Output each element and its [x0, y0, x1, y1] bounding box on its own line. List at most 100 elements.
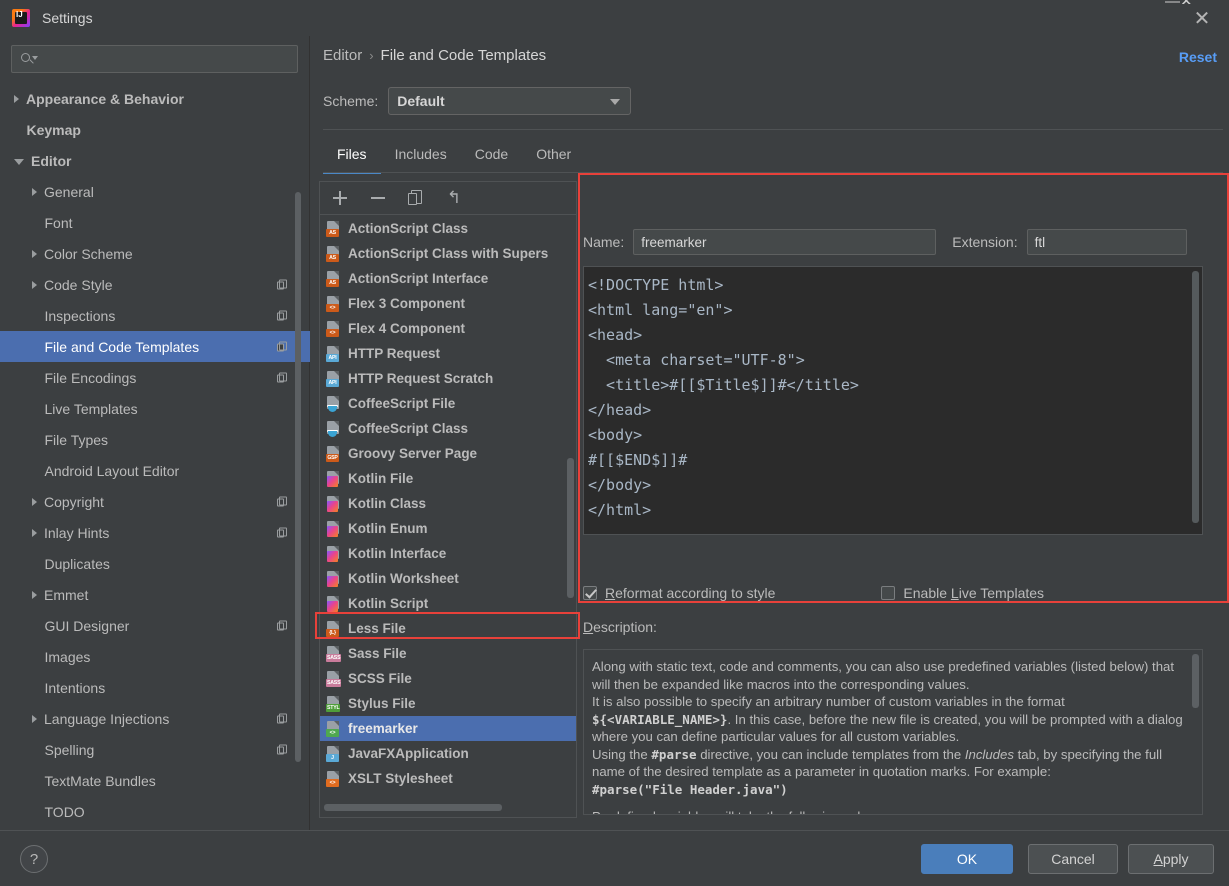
list-item-label: Flex 3 Component	[348, 296, 466, 311]
template-list-hscrollbar-track[interactable]	[324, 803, 572, 812]
list-item[interactable]: Kotlin Interface	[320, 541, 576, 566]
extension-input[interactable]: ftl	[1026, 229, 1187, 255]
sidebar-item-label: General	[44, 183, 94, 200]
chevron-down-icon[interactable]	[14, 158, 24, 165]
sidebar-item-gui-designer[interactable]: GUI Designer	[0, 610, 310, 641]
template-list-scrollbar-thumb[interactable]	[567, 458, 574, 598]
apply-button[interactable]: Apply	[1128, 844, 1214, 874]
list-item-label: freemarker	[348, 721, 418, 736]
plus-icon[interactable]	[330, 188, 350, 208]
template-code-editor[interactable]: <!DOCTYPE html> <html lang="en"> <head> …	[583, 266, 1203, 535]
list-item[interactable]: <> XSLT Stylesheet	[320, 766, 576, 791]
chevron-right-icon[interactable]	[32, 187, 37, 196]
close-icon[interactable]: ✕	[1189, 6, 1215, 32]
sidebar-item-todo[interactable]: TODO	[0, 796, 310, 827]
tab-code[interactable]: Code	[461, 138, 522, 174]
sidebar-item-file-encodings[interactable]: File Encodings	[0, 362, 310, 393]
list-item[interactable]: SASS SCSS File	[320, 666, 576, 691]
tab-other[interactable]: Other	[522, 138, 585, 174]
chevron-right-icon[interactable]	[32, 497, 37, 506]
sidebar-item-inlay-hints[interactable]: Inlay Hints	[0, 517, 310, 548]
breadcrumb-item-editor[interactable]: Editor	[323, 47, 362, 64]
list-item[interactable]: Kotlin Enum	[320, 516, 576, 541]
sidebar-item-android-layout-editor[interactable]: Android Layout Editor	[0, 455, 310, 486]
list-item-label: HTTP Request	[348, 346, 441, 361]
list-item[interactable]: AS ActionScript Interface	[320, 266, 576, 291]
chevron-right-icon[interactable]	[32, 590, 37, 599]
list-item[interactable]: GSP Groovy Server Page	[320, 441, 576, 466]
sidebar-scrollbar-thumb[interactable]	[295, 192, 301, 762]
list-item[interactable]: AS ActionScript Class with Supers	[320, 241, 576, 266]
sidebar-item-general[interactable]: General	[0, 176, 310, 207]
sidebar-item-spelling[interactable]: Spelling	[0, 734, 310, 765]
chevron-right-icon[interactable]	[32, 280, 37, 289]
chevron-right-icon[interactable]	[32, 714, 37, 723]
undo-icon[interactable]: ↰	[444, 188, 464, 208]
file-type-icon-kotlin	[326, 495, 341, 512]
name-extension-row: Name: freemarker Extension: ftl	[583, 229, 1229, 255]
sidebar-item-emmet[interactable]: Emmet	[0, 579, 310, 610]
sidebar-item-language-injections[interactable]: Language Injections	[0, 703, 310, 734]
sidebar-item-intentions[interactable]: Intentions	[0, 672, 310, 703]
list-item[interactable]: Kotlin File	[320, 466, 576, 491]
sidebar-item-font[interactable]: Font	[0, 207, 310, 238]
sidebar-scrollbar-track[interactable]	[295, 114, 305, 762]
sidebar-item-copyright[interactable]: Copyright	[0, 486, 310, 517]
sidebar-item-appearance-behavior[interactable]: Appearance & Behavior	[0, 83, 310, 114]
tab-includes[interactable]: Includes	[381, 138, 461, 174]
description-scrollbar-thumb[interactable]	[1192, 654, 1199, 708]
list-item[interactable]: Kotlin Class	[320, 491, 576, 516]
list-item[interactable]: SASS Sass File	[320, 641, 576, 666]
template-list-panel: ↰ AS ActionScript Class AS ActionScript Cla…	[319, 181, 577, 818]
list-item[interactable]: <> Flex 3 Component	[320, 291, 576, 316]
chevron-right-icon[interactable]	[32, 528, 37, 537]
list-item[interactable]: AS ActionScript Class	[320, 216, 576, 241]
template-list-hscrollbar-thumb[interactable]	[324, 804, 502, 811]
sidebar-item-textmate-bundles[interactable]: TextMate Bundles	[0, 765, 310, 796]
sidebar-item-images[interactable]: Images	[0, 641, 310, 672]
description-panel[interactable]: Along with static text, code and comment…	[583, 649, 1203, 815]
sidebar-item-live-templates[interactable]: Live Templates	[0, 393, 310, 424]
search-input[interactable]	[11, 45, 298, 73]
reformat-checkbox-label[interactable]: Reformat according to style	[605, 585, 775, 601]
list-item[interactable]: CoffeeScript Class	[320, 416, 576, 441]
list-item[interactable]: J JavaFXApplication	[320, 741, 576, 766]
help-button[interactable]: ?	[20, 845, 48, 873]
sidebar-item-code-style[interactable]: Code Style	[0, 269, 310, 300]
list-item[interactable]: {L} Less File	[320, 616, 576, 641]
ok-button[interactable]: OK	[921, 844, 1013, 874]
live-templates-checkbox-label[interactable]: Enable Live Templates	[903, 585, 1044, 601]
sidebar-item-file-types[interactable]: File Types	[0, 424, 310, 455]
list-item-label: Kotlin Enum	[348, 521, 428, 536]
sidebar-item-keymap[interactable]: Keymap	[0, 114, 310, 145]
reformat-checkbox[interactable]	[583, 586, 597, 600]
list-item[interactable]: API HTTP Request Scratch	[320, 366, 576, 391]
chevron-right-icon[interactable]	[32, 249, 37, 258]
sidebar-item-inspections[interactable]: Inspections	[0, 300, 310, 331]
list-item[interactable]: CoffeeScript File	[320, 391, 576, 416]
list-item[interactable]: Kotlin Worksheet	[320, 566, 576, 591]
list-item[interactable]: <> freemarker	[320, 716, 576, 741]
sidebar-item-file-and-code-templates[interactable]: File and Code Templates	[0, 331, 310, 362]
file-type-icon-ftl: <>	[326, 720, 341, 737]
list-item[interactable]: API HTTP Request	[320, 341, 576, 366]
sidebar-item-label: Copyright	[44, 493, 104, 510]
list-item[interactable]: STYL Stylus File	[320, 691, 576, 716]
scheme-select[interactable]: Default	[388, 87, 632, 115]
minus-icon[interactable]	[368, 188, 388, 208]
reset-link[interactable]: Reset	[1179, 49, 1217, 65]
name-input[interactable]: freemarker	[633, 229, 937, 255]
sidebar-item-color-scheme[interactable]: Color Scheme	[0, 238, 310, 269]
sidebar-item-editor[interactable]: Editor	[0, 145, 310, 176]
tab-files[interactable]: Files	[323, 138, 381, 174]
live-templates-checkbox[interactable]	[881, 586, 896, 600]
sidebar-item-label: Duplicates	[44, 555, 110, 572]
code-editor-scrollbar-thumb[interactable]	[1192, 271, 1199, 523]
list-item[interactable]: Kotlin Script	[320, 591, 576, 616]
sidebar-item-duplicates[interactable]: Duplicates	[0, 548, 310, 579]
chevron-right-icon[interactable]	[14, 94, 19, 103]
copy-icon[interactable]	[406, 188, 426, 208]
cancel-button[interactable]: Cancel	[1028, 844, 1118, 874]
list-item[interactable]: <> Flex 4 Component	[320, 316, 576, 341]
settings-tree: Appearance & Behavior Keymap Editor General…	[0, 83, 310, 830]
